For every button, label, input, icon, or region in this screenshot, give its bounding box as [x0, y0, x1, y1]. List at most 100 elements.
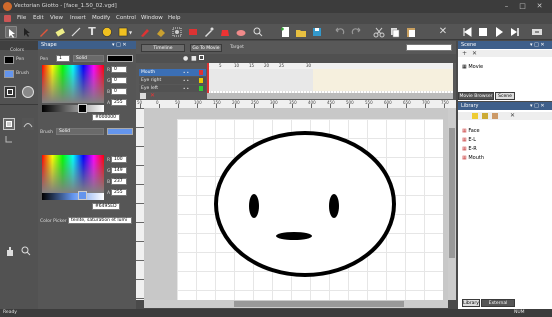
- library-item[interactable]: ▦ Mouth: [462, 155, 484, 161]
- menu-view[interactable]: View: [50, 15, 63, 21]
- target-select[interactable]: [406, 44, 452, 51]
- library-delete-icon[interactable]: ✕: [510, 112, 515, 119]
- library-new-icon[interactable]: [472, 113, 478, 119]
- undo-icon[interactable]: [334, 26, 346, 38]
- rewind-icon[interactable]: [461, 26, 473, 38]
- add-layer-icon[interactable]: [140, 93, 146, 99]
- pencil-tool-icon[interactable]: [38, 26, 50, 38]
- tab-external-library[interactable]: External Library: [481, 299, 515, 313]
- option-smooth-icon[interactable]: [22, 118, 34, 130]
- layer-row-eye-right[interactable]: Eye right: [139, 77, 206, 84]
- new-file-icon[interactable]: [279, 26, 291, 38]
- cut-icon[interactable]: [373, 26, 385, 38]
- library-item[interactable]: ▦ E-L: [462, 137, 476, 143]
- frame-scrollbar[interactable]: [207, 93, 453, 99]
- delete-icon[interactable]: ✕: [437, 26, 449, 38]
- zoom-tool-icon[interactable]: [252, 26, 264, 38]
- brush-b-input[interactable]: 237: [111, 178, 127, 185]
- text-tool-icon[interactable]: T: [86, 26, 98, 38]
- eye-icon[interactable]: ●: [183, 55, 188, 62]
- open-file-icon[interactable]: [295, 26, 307, 38]
- pen-r-input[interactable]: 0: [111, 66, 127, 73]
- color-picker-select[interactable]: teinte, saturation et lumi: [68, 217, 132, 224]
- pen-color-spectrum[interactable]: [42, 65, 104, 103]
- brush-hex-input[interactable]: #6495ED: [92, 203, 120, 210]
- swap-colors-icon[interactable]: [4, 86, 16, 98]
- pen-b-input[interactable]: 0: [111, 88, 127, 95]
- gradient-tool-icon[interactable]: [187, 26, 199, 38]
- brush-lightness-slider[interactable]: [42, 193, 104, 200]
- pen-hex-input[interactable]: #000000: [92, 114, 120, 121]
- tab-library[interactable]: Library: [462, 299, 480, 307]
- menu-edit[interactable]: Edit: [33, 15, 44, 21]
- eyedropper-icon[interactable]: [203, 26, 215, 38]
- pen-a-input[interactable]: 255: [111, 99, 127, 106]
- pen-g-input[interactable]: 0: [111, 77, 127, 84]
- brush-tool-icon[interactable]: [139, 26, 151, 38]
- shape-panel-controls[interactable]: ▾ □ ✕: [112, 42, 127, 48]
- canvas-vscrollbar[interactable]: [448, 108, 456, 300]
- library-item[interactable]: ▦ E-R: [462, 146, 477, 152]
- tab-scene[interactable]: Scene: [495, 92, 515, 100]
- brush-a-input[interactable]: 255: [111, 189, 127, 196]
- minimize-icon[interactable]: –: [502, 2, 511, 11]
- menu-file[interactable]: File: [17, 15, 26, 21]
- line-tool-icon[interactable]: [70, 26, 82, 38]
- redo-icon[interactable]: [350, 26, 362, 38]
- close-icon[interactable]: ✕: [535, 2, 544, 11]
- menu-window[interactable]: Window: [141, 15, 163, 21]
- brush-color-box[interactable]: [107, 128, 133, 135]
- library-folder-icon[interactable]: [482, 113, 488, 119]
- paint-bucket-icon[interactable]: [155, 26, 167, 38]
- scene-item-movie[interactable]: ▦ Movie: [462, 64, 483, 70]
- tab-timeline[interactable]: Timeline: [141, 44, 185, 52]
- outline-icon[interactable]: [199, 55, 204, 60]
- export-icon[interactable]: [531, 26, 543, 38]
- pen-style-select[interactable]: Solid: [73, 55, 104, 62]
- brush-color-swatch[interactable]: [4, 70, 14, 78]
- fast-forward-icon[interactable]: [509, 26, 521, 38]
- vscroll-thumb[interactable]: [449, 128, 455, 258]
- hand-eraser-icon[interactable]: [235, 26, 247, 38]
- pen-width-input[interactable]: 1: [56, 55, 70, 62]
- brush-r-input[interactable]: 100: [111, 156, 127, 163]
- brush-g-input[interactable]: 149: [111, 167, 127, 174]
- rectangle-tool-icon[interactable]: [117, 26, 129, 38]
- eraser-tool-icon[interactable]: [54, 26, 66, 38]
- scene-controls[interactable]: ▾ □ ✕: [530, 42, 545, 48]
- save-icon[interactable]: [311, 26, 323, 38]
- library-properties-icon[interactable]: [492, 113, 498, 119]
- pen-color-box[interactable]: [107, 55, 133, 62]
- oval-tool-icon[interactable]: [101, 26, 113, 38]
- layer-row-eye-left[interactable]: Eye left: [139, 85, 206, 92]
- option-straighten-icon[interactable]: [4, 134, 14, 144]
- play-icon[interactable]: [493, 26, 505, 38]
- stop-icon[interactable]: [477, 26, 489, 38]
- layer-row-mouth[interactable]: Mouth: [139, 69, 206, 76]
- library-controls[interactable]: ▾ □ ✕: [530, 103, 545, 109]
- subselect-tool-icon[interactable]: [21, 26, 33, 38]
- tab-go-to-movie[interactable]: Go To Movie: [190, 44, 222, 52]
- tab-movie-browser[interactable]: Movie Browser: [458, 92, 494, 100]
- transform-tool-icon[interactable]: [171, 26, 183, 38]
- menu-modify[interactable]: Modify: [92, 15, 110, 21]
- menu-help[interactable]: Help: [168, 15, 181, 21]
- no-color-icon[interactable]: [22, 86, 34, 98]
- scene-add-icon[interactable]: +: [462, 50, 467, 57]
- pen-color-swatch[interactable]: [4, 56, 14, 64]
- menu-control[interactable]: Control: [116, 15, 136, 21]
- ink-bottle-icon[interactable]: [219, 26, 231, 38]
- library-item[interactable]: ▦ Face: [462, 128, 480, 134]
- scene-delete-icon[interactable]: ✕: [472, 50, 477, 57]
- brush-color-spectrum[interactable]: [42, 155, 104, 193]
- brush-style-select[interactable]: Solid: [56, 128, 104, 135]
- face-drawing[interactable]: [177, 119, 443, 300]
- select-tool-icon[interactable]: [5, 26, 17, 38]
- paste-icon[interactable]: [405, 26, 417, 38]
- lock-icon[interactable]: ■: [191, 55, 197, 62]
- pen-lightness-slider[interactable]: [42, 105, 104, 112]
- menu-insert[interactable]: Insert: [70, 15, 86, 21]
- maximize-icon[interactable]: □: [518, 2, 527, 11]
- hand-tool-icon[interactable]: [4, 245, 16, 257]
- delete-layer-icon[interactable]: ✕: [150, 92, 155, 99]
